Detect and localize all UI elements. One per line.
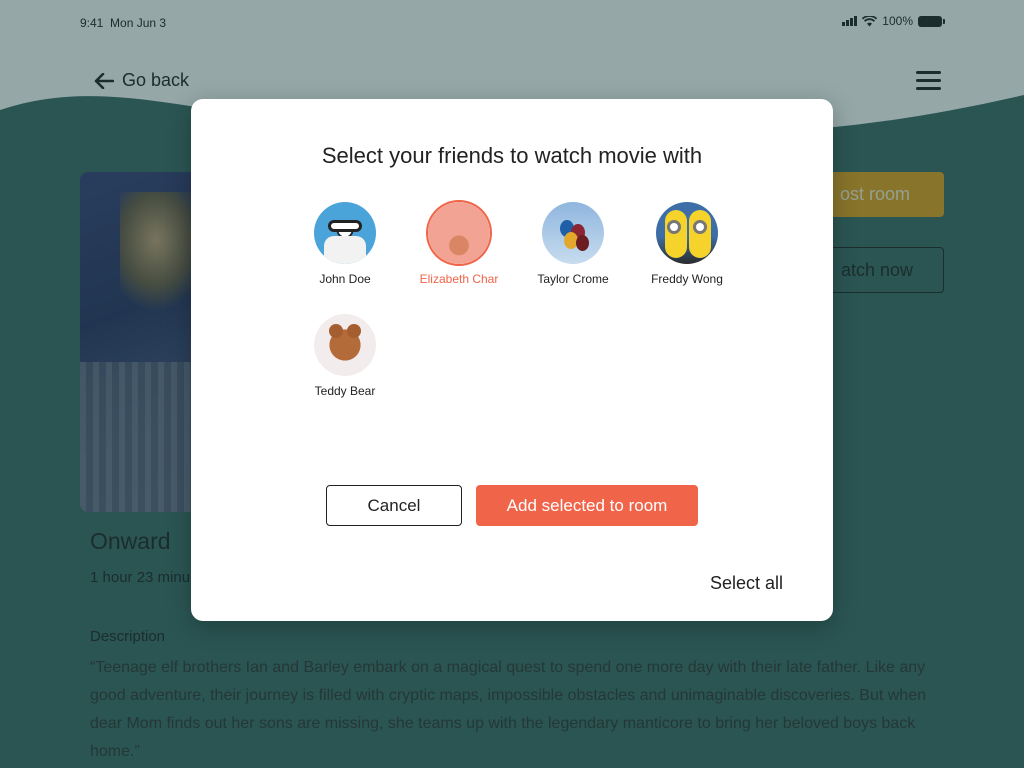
balloons-avatar-icon bbox=[542, 202, 604, 264]
select-friends-modal: Select your friends to watch movie with … bbox=[191, 99, 833, 621]
minions-avatar-icon bbox=[656, 202, 718, 264]
friend-name: Taylor Crome bbox=[537, 272, 609, 286]
friend-taylor-crome[interactable]: Taylor Crome bbox=[523, 202, 623, 286]
room-avatar-icon bbox=[428, 202, 490, 264]
select-all-link[interactable]: Select all bbox=[710, 573, 783, 594]
modal-title: Select your friends to watch movie with bbox=[321, 143, 703, 168]
add-selected-to-room-button[interactable]: Add selected to room bbox=[476, 485, 698, 526]
friend-teddy-bear[interactable]: Teddy Bear bbox=[295, 314, 395, 398]
friend-name: Teddy Bear bbox=[314, 384, 376, 398]
cancel-button[interactable]: Cancel bbox=[326, 485, 462, 526]
friend-name: John Doe bbox=[319, 272, 371, 286]
teddy-bear-avatar-icon bbox=[314, 314, 376, 376]
friend-freddy-wong[interactable]: Freddy Wong bbox=[637, 202, 737, 286]
friend-elizabeth-char[interactable]: Elizabeth Char bbox=[409, 202, 509, 286]
friend-name: Elizabeth Char bbox=[419, 272, 499, 286]
friend-john-doe[interactable]: John Doe bbox=[295, 202, 395, 286]
dexter-avatar-icon bbox=[314, 202, 376, 264]
friend-name: Freddy Wong bbox=[651, 272, 723, 286]
